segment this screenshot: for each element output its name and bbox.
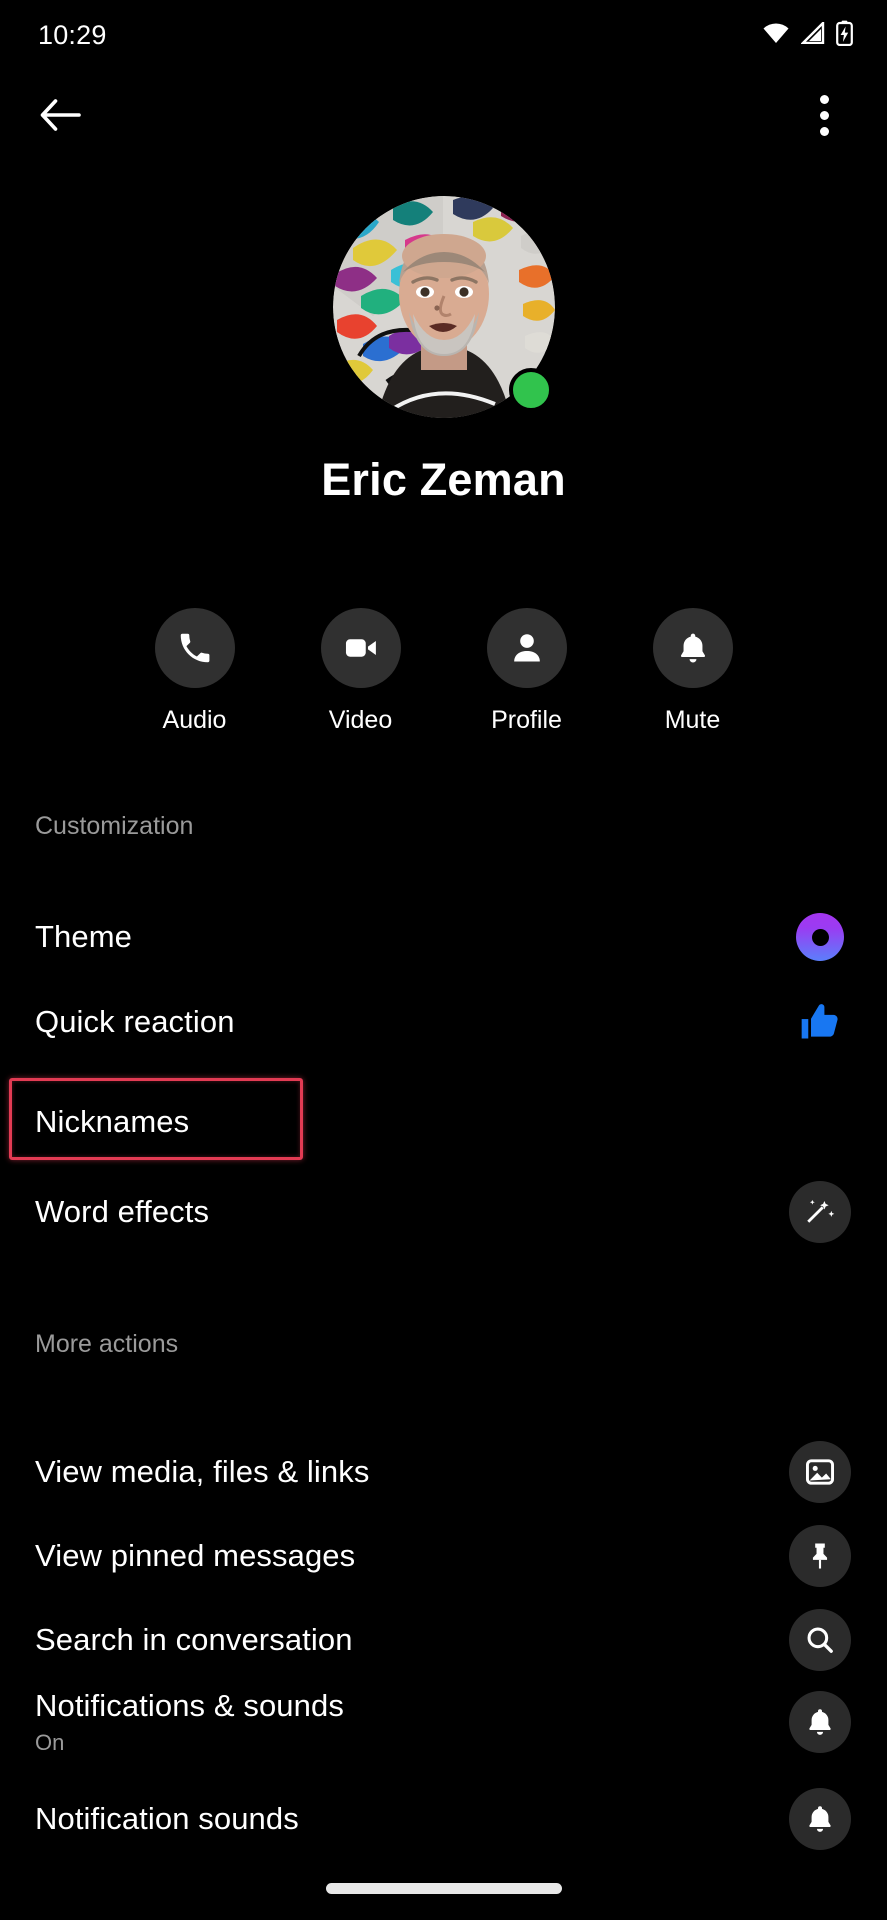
bell-icon[interactable] [789,1691,851,1753]
back-arrow-icon [40,99,81,131]
phone-icon [180,633,209,663]
section-header-customization: Customization [35,812,194,840]
row-text: Notification sounds [35,1801,299,1837]
action-mute[interactable]: Mute [652,608,734,735]
list-item-search-conversation[interactable]: Search in conversation [0,1603,887,1677]
list-item-label: View media, files & links [35,1454,370,1489]
magic-wand-glyph [807,1199,835,1223]
action-video-circle[interactable] [320,608,401,688]
profile-header: Eric Zeman [0,196,887,506]
status-bar-icons [762,19,853,51]
action-audio-label: Audio [162,706,227,734]
action-video[interactable]: Video [320,608,402,735]
row-text: View pinned messages [35,1538,355,1574]
list-item-label: Quick reaction [35,1004,235,1039]
list-item-label: Notification sounds [35,1801,299,1836]
action-video-label: Video [328,706,393,734]
action-audio-circle[interactable] [154,608,235,688]
bell-icon[interactable] [789,1788,851,1850]
list-item-label: Theme [35,919,132,954]
battery-charging-icon [836,20,853,51]
bell-glyph [809,1806,831,1832]
list-item-label: Notifications & sounds [35,1688,344,1723]
cellular-signal-icon [800,19,825,49]
image-icon[interactable] [789,1441,851,1503]
theme-ring [796,913,844,961]
action-profile-circle[interactable] [486,608,567,688]
row-text: Search in conversation [35,1622,353,1658]
back-button[interactable] [34,89,86,141]
action-profile-label: Profile [491,706,562,734]
more-options-button[interactable] [801,89,847,141]
list-item-word-effects[interactable]: Word effects [0,1175,887,1249]
list-item-sublabel: On [35,1730,65,1755]
person-icon [513,634,540,662]
more-options-icon [819,94,829,104]
row-text: Quick reaction [35,1004,235,1040]
avatar[interactable] [332,196,555,418]
magic-wand-icon[interactable] [789,1181,851,1243]
pin-glyph [812,1543,828,1569]
thumbs-up-icon[interactable] [789,991,851,1053]
bell-icon [680,633,705,663]
list-item-label: Search in conversation [35,1622,353,1657]
messenger-chat-settings-screen: 10:29 Eric Zeman Audio Video Profile Mut… [0,0,887,1920]
search-glyph [807,1627,833,1653]
home-gesture-bar[interactable] [325,1883,562,1894]
action-mute-label: Mute [664,706,721,734]
wifi-icon [762,22,790,49]
list-item-notifications-sounds[interactable]: Notifications & sounds On [0,1680,887,1764]
row-text: Nicknames [35,1104,189,1140]
section-header-more-actions: More actions [35,1330,179,1358]
action-audio[interactable]: Audio [154,608,236,735]
page-title: Eric Zeman [321,454,566,505]
app-bar [0,72,887,158]
list-item-label: View pinned messages [35,1538,356,1573]
list-item-quick-reaction[interactable]: Quick reaction [0,985,887,1059]
image-glyph [805,1459,834,1485]
pin-icon[interactable] [789,1525,851,1587]
list-item-label: Word effects [35,1194,210,1229]
action-profile[interactable]: Profile [486,608,568,735]
video-camera-icon [345,639,376,657]
list-item-theme[interactable]: Theme [0,900,887,974]
list-item-nicknames[interactable]: Nicknames [0,1078,887,1166]
status-bar: 10:29 [0,0,887,70]
row-text: Notifications & sounds On [35,1688,344,1756]
action-mute-circle[interactable] [652,608,733,688]
online-status-dot [508,368,553,412]
status-bar-clock: 10:29 [38,19,107,50]
thumbs-up-glyph [801,1004,838,1039]
quick-action-bar: Audio Video Profile Mute [0,608,887,735]
list-item-notification-sounds[interactable]: Notification sounds [0,1782,887,1856]
list-item-view-media[interactable]: View media, files & links [0,1435,887,1509]
row-text: Theme [35,919,132,955]
row-text: Word effects [35,1194,209,1230]
search-icon[interactable] [789,1609,851,1671]
list-item-pinned-messages[interactable]: View pinned messages [0,1519,887,1593]
list-item-label: Nicknames [35,1104,190,1139]
row-text: View media, files & links [35,1454,369,1490]
bell-glyph [809,1709,831,1735]
theme-color-ring-icon[interactable] [789,906,851,968]
